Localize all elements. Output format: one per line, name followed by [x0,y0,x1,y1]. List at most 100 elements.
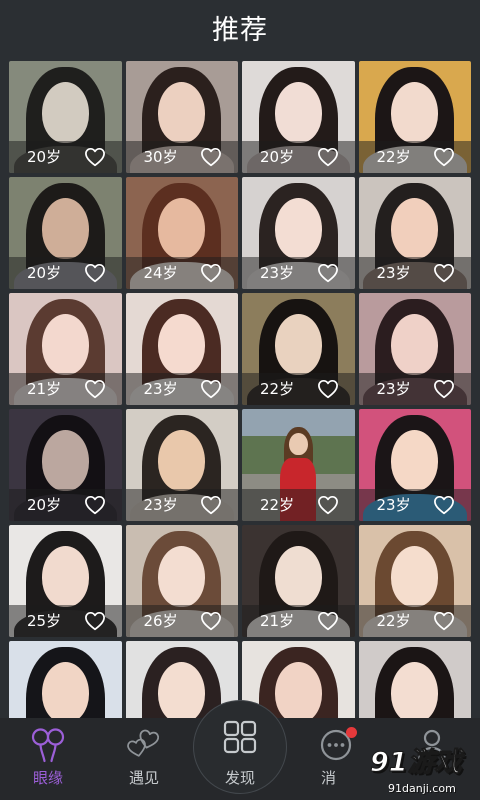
photo-face [158,82,206,143]
photo-card[interactable]: 25岁 [9,525,122,637]
photo-card[interactable]: 26岁 [125,525,238,637]
photo-card[interactable]: 22岁 [242,293,355,405]
balloons-icon [31,728,65,763]
photo-face [41,662,89,723]
age-label: 22岁 [260,496,295,514]
age-label: 21岁 [27,380,62,398]
heart-icon[interactable] [84,263,106,283]
card-info-bar: 24岁 [125,257,238,289]
heart-icon[interactable] [200,263,222,283]
photo-face [274,82,322,143]
photo-card[interactable]: 20岁 [9,177,122,289]
photo-card[interactable]: 22岁 [358,61,471,173]
photo-face [158,198,206,259]
heart-icon[interactable] [317,147,339,167]
photo-card[interactable]: 20岁 [9,409,122,521]
age-label: 23岁 [376,380,411,398]
two-hearts-icon [127,729,160,757]
heart-icon[interactable] [317,611,339,631]
age-label: 20岁 [27,496,62,514]
grid-squares-icon [223,720,257,754]
photo-face [391,430,439,491]
photo-face [41,198,89,259]
card-info-bar: 20岁 [242,141,355,173]
card-info-bar: 25岁 [9,605,122,637]
photo-card[interactable]: 23岁 [358,177,471,289]
card-info-bar: 20岁 [9,141,122,173]
heart-icon[interactable] [433,495,455,515]
tab-yujian[interactable]: 遇见 [96,718,192,800]
card-info-bar: 23岁 [358,257,471,289]
card-info-bar: 22岁 [358,141,471,173]
heart-icon[interactable] [200,379,222,399]
heart-icon[interactable] [317,263,339,283]
heart-icon[interactable] [84,611,106,631]
photo-card[interactable]: 23岁 [358,293,471,405]
card-info-bar: 21岁 [242,605,355,637]
heart-icon[interactable] [84,495,106,515]
photo-face [41,430,89,491]
photo-card[interactable]: 24岁 [125,177,238,289]
card-info-bar: 20岁 [9,489,122,521]
photo-face [274,546,322,607]
photo-face [41,314,89,375]
card-info-bar: 23岁 [358,373,471,405]
photo-face [158,314,206,375]
card-info-bar: 22岁 [242,489,355,521]
heart-icon[interactable] [433,611,455,631]
page-title: 推荐 [212,15,268,46]
tab-label: 发现 [224,769,255,787]
card-info-bar: 23岁 [242,257,355,289]
heart-icon[interactable] [317,495,339,515]
photo-face [158,662,206,723]
photo-card[interactable]: 21岁 [9,293,122,405]
heart-icon[interactable] [433,147,455,167]
card-info-bar: 23岁 [358,489,471,521]
age-label: 23岁 [260,264,295,282]
photo-face [41,82,89,143]
age-label: 22岁 [260,380,295,398]
photo-card[interactable]: 23岁 [242,177,355,289]
photo-card[interactable]: 23岁 [125,409,238,521]
photo-card[interactable]: 23岁 [125,293,238,405]
age-label: 20岁 [260,148,295,166]
heart-icon[interactable] [433,379,455,399]
age-label: 23岁 [143,380,178,398]
photo-card[interactable]: 30岁 [125,61,238,173]
heart-icon[interactable] [200,495,222,515]
age-label: 24岁 [143,264,178,282]
photo-face [288,432,308,455]
photo-card[interactable]: 23岁 [358,409,471,521]
photo-card[interactable]: 20岁 [242,61,355,173]
heart-icon[interactable] [433,263,455,283]
photo-face [391,546,439,607]
app-screen: 推荐 20岁 30岁 20岁 22岁 20岁 24岁 23岁 23岁 21岁 23岁 22岁 23岁 2… [0,0,480,800]
heart-icon[interactable] [84,379,106,399]
card-info-bar: 20岁 [9,257,122,289]
photo-card[interactable]: 22岁 [242,409,355,521]
age-label: 26岁 [143,612,178,630]
age-label: 23岁 [376,496,411,514]
photo-face [391,662,439,723]
watermark-site: 91danji.com [388,782,456,795]
tab-faxian[interactable]: 发现 [192,718,288,800]
heart-icon[interactable] [200,611,222,631]
photo-face [391,82,439,143]
tab-yanyuan[interactable]: 眼缘 [0,718,96,800]
age-label: 20岁 [27,148,62,166]
photo-card[interactable]: 22岁 [358,525,471,637]
heart-icon[interactable] [200,147,222,167]
unread-badge [346,727,357,738]
photo-face [158,430,206,491]
tab-label: 遇见 [128,769,159,787]
photo-face [158,546,206,607]
age-label: 21岁 [260,612,295,630]
card-info-bar: 23岁 [125,373,238,405]
photo-card[interactable]: 21岁 [242,525,355,637]
photo-card[interactable]: 20岁 [9,61,122,173]
heart-icon[interactable] [84,147,106,167]
heart-icon[interactable] [317,379,339,399]
watermark: 91游戏 91danji.com [336,746,478,800]
age-label: 23岁 [143,496,178,514]
photo-face [391,314,439,375]
